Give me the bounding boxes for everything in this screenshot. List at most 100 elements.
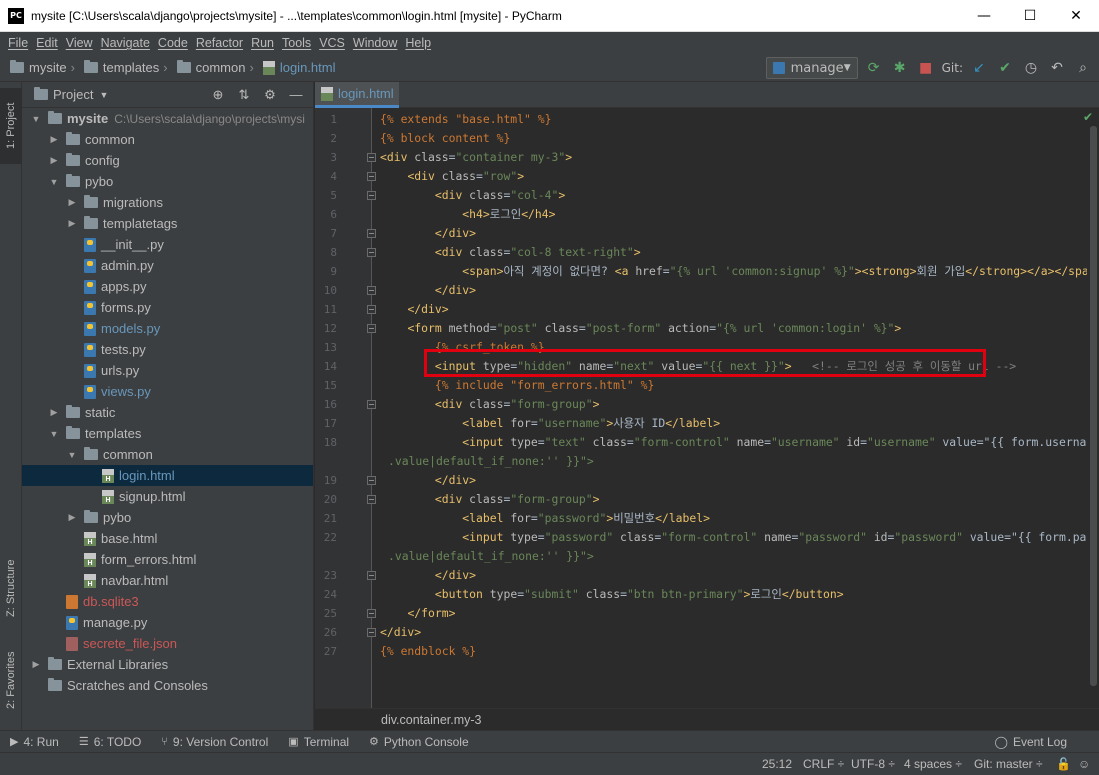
code-line[interactable]: {% block content %} (380, 129, 510, 148)
tool-window-4-run[interactable]: ▶ 4: Run (10, 735, 59, 749)
notifications-icon[interactable]: ☺ (1078, 757, 1090, 771)
chevron-right-icon[interactable]: ▶ (66, 197, 78, 208)
fold-marker-icon[interactable] (367, 191, 376, 200)
editor-scrollbar[interactable] (1087, 108, 1099, 708)
tool-window-terminal[interactable]: ▣ Terminal (288, 735, 349, 749)
chevron-down-icon[interactable]: ▼ (30, 114, 42, 124)
code-line[interactable]: <div class="form-group"> (380, 395, 600, 414)
code-line[interactable]: <div class="col-4"> (380, 186, 565, 205)
editor-breadcrumb[interactable]: div.container.my-3 (315, 708, 1099, 730)
code-line[interactable]: <div class="container my-3"> (380, 148, 572, 167)
chevron-right-icon[interactable]: ▶ (48, 155, 60, 166)
chevron-down-icon[interactable]: ▼ (99, 90, 108, 100)
caret-position[interactable]: 25:12 (762, 757, 792, 771)
code-line[interactable]: <input type="password" class="form-contr… (380, 528, 1099, 547)
tree-item[interactable]: ▶ templatetags (22, 213, 313, 234)
stop-icon[interactable]: ■ (916, 58, 936, 78)
tree-item[interactable]: ▼ mysite C:\Users\scala\django\projects\my… (22, 108, 313, 129)
code-line[interactable]: <label for="password">비밀번호</label> (380, 509, 710, 528)
fold-marker-icon[interactable] (367, 248, 376, 257)
tree-item[interactable]: __init__.py (22, 234, 313, 255)
git-history-icon[interactable]: ◷ (1021, 58, 1041, 78)
tab-project[interactable]: 1: Project (0, 88, 22, 164)
code-line[interactable]: {% extends "base.html" %} (380, 110, 551, 129)
code-line[interactable]: <label for="username">사용자 ID</label> (380, 414, 720, 433)
menu-tools[interactable]: Tools (278, 36, 315, 50)
chevron-right-icon[interactable]: ▶ (66, 218, 78, 229)
code-line[interactable]: </div> (380, 281, 476, 300)
nav-crumb-file[interactable]: login.html (262, 60, 335, 75)
code-line[interactable]: {% endblock %} (380, 642, 476, 661)
event-log-button[interactable]: ◯ Event Log (995, 731, 1067, 753)
tool-window-python-console[interactable]: ⚙ Python Console (369, 735, 469, 749)
tree-item[interactable]: models.py (22, 318, 313, 339)
code-line[interactable]: <span>아직 계정이 없다면? <a href="{% url 'commo… (380, 262, 1099, 281)
tree-item[interactable]: Hform_errors.html (22, 549, 313, 570)
fold-marker-icon[interactable] (367, 400, 376, 409)
menu-edit[interactable]: Edit (32, 36, 62, 50)
tree-item[interactable]: ▶ migrations (22, 192, 313, 213)
code-line[interactable]: <h4>로그인</h4> (380, 205, 555, 224)
code-line[interactable]: .value|default_if_none:'' }}"> (388, 452, 594, 471)
fold-marker-icon[interactable] (367, 609, 376, 618)
tab-structure[interactable]: Z: Structure (0, 546, 22, 630)
project-panel-title[interactable]: Project (53, 87, 93, 102)
tree-item[interactable]: urls.py (22, 360, 313, 381)
chevron-down-icon[interactable]: ▼ (48, 177, 60, 187)
locate-icon[interactable]: ⊕ (209, 87, 227, 103)
nav-crumb-templates[interactable]: templates › (83, 60, 173, 75)
file-encoding[interactable]: UTF-8 ÷ (851, 757, 895, 771)
gear-icon[interactable]: ⚙ (261, 87, 279, 103)
fold-marker-icon[interactable] (367, 324, 376, 333)
fold-marker-icon[interactable] (367, 305, 376, 314)
code-line[interactable]: <div class="row"> (380, 167, 524, 186)
tree-item[interactable]: Hbase.html (22, 528, 313, 549)
tool-window-9-version-control[interactable]: ⑂ 9: Version Control (161, 735, 268, 749)
code-line[interactable]: {% include "form_errors.html" %} (380, 376, 654, 395)
code-line[interactable]: </div> (380, 623, 421, 642)
menu-view[interactable]: View (62, 36, 97, 50)
code-line[interactable]: <input type="text" class="form-control" … (380, 433, 1099, 452)
fold-marker-icon[interactable] (367, 286, 376, 295)
git-rollback-icon[interactable]: ↶ (1047, 58, 1067, 78)
code-line[interactable]: </div> (380, 471, 476, 490)
tree-item[interactable]: apps.py (22, 276, 313, 297)
tree-item[interactable]: db.sqlite3 (22, 591, 313, 612)
code-line[interactable]: <form method="post" class="post-form" ac… (380, 319, 901, 338)
collapse-all-icon[interactable]: ⇅ (235, 87, 253, 103)
tab-login-html[interactable]: login.html (315, 82, 399, 108)
menu-window[interactable]: Window (349, 36, 401, 50)
minimize-button[interactable]: — (961, 0, 1007, 32)
code-editor[interactable]: 1 {% extends "base.html" %} 2 {% block cont… (315, 108, 1099, 708)
indent-setting[interactable]: 4 spaces ÷ (904, 757, 962, 771)
fold-marker-icon[interactable] (367, 476, 376, 485)
git-update-icon[interactable]: ↙ (969, 58, 989, 78)
inspection-ok-icon[interactable]: ✔ (1083, 110, 1093, 124)
menu-navigate[interactable]: Navigate (97, 36, 154, 50)
menu-code[interactable]: Code (154, 36, 192, 50)
code-line[interactable]: <button type="submit" class="btn btn-pri… (380, 585, 844, 604)
run-config-selector[interactable]: manage ▼ (765, 57, 858, 79)
code-line[interactable]: </form> (380, 604, 455, 623)
tree-item[interactable]: ▶ config (22, 150, 313, 171)
code-line[interactable]: .value|default_if_none:'' }}"> (388, 547, 594, 566)
tree-item[interactable]: forms.py (22, 297, 313, 318)
tree-item[interactable]: ▶ common (22, 129, 313, 150)
git-branch[interactable]: Git: master ÷ (974, 757, 1043, 771)
fold-marker-icon[interactable] (367, 153, 376, 162)
tree-item[interactable]: secrete_file.json (22, 633, 313, 654)
chevron-right-icon[interactable]: ▶ (48, 134, 60, 145)
fold-marker-icon[interactable] (367, 495, 376, 504)
hide-icon[interactable]: — (287, 87, 305, 103)
chevron-right-icon[interactable]: ▶ (66, 512, 78, 523)
menu-help[interactable]: Help (401, 36, 435, 50)
menu-file[interactable]: File (4, 36, 32, 50)
code-line[interactable]: {% csrf_token %} (380, 338, 545, 357)
git-commit-icon[interactable]: ✔ (995, 58, 1015, 78)
tree-item[interactable]: manage.py (22, 612, 313, 633)
tree-item[interactable]: Scratches and Consoles (22, 675, 313, 696)
tree-item[interactable]: views.py (22, 381, 313, 402)
code-line[interactable]: <input type="hidden" name="next" value="… (380, 357, 1016, 376)
tree-item[interactable]: ▼ templates (22, 423, 313, 444)
chevron-down-icon[interactable]: ▼ (66, 450, 78, 460)
